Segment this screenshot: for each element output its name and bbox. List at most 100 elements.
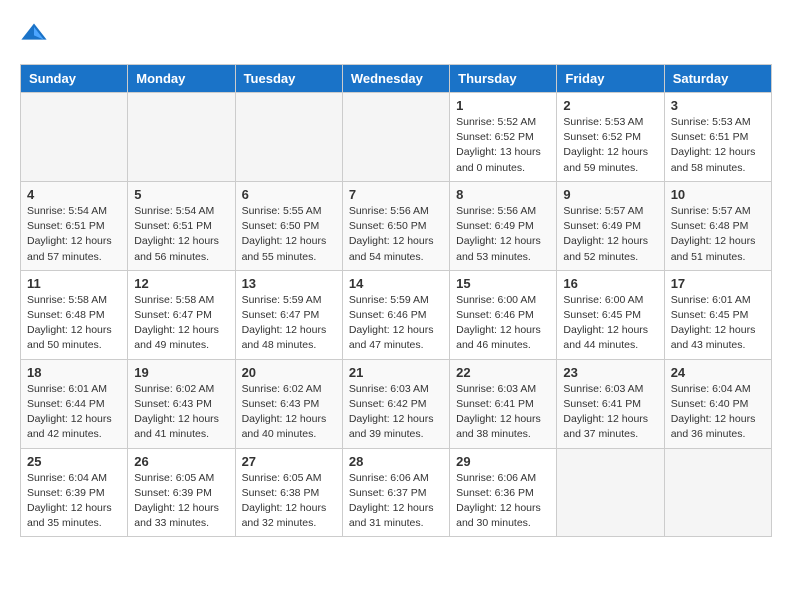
calendar-cell bbox=[664, 448, 771, 537]
day-info: Sunrise: 6:03 AM Sunset: 6:41 PM Dayligh… bbox=[456, 382, 550, 443]
calendar-cell: 6 Sunrise: 5:55 AM Sunset: 6:50 PM Daylig… bbox=[235, 181, 342, 270]
weekday-header-row: SundayMondayTuesdayWednesdayThursdayFrid… bbox=[21, 65, 772, 93]
weekday-header-cell: Tuesday bbox=[235, 65, 342, 93]
weekday-header-cell: Monday bbox=[128, 65, 235, 93]
day-info: Sunrise: 6:03 AM Sunset: 6:41 PM Dayligh… bbox=[563, 382, 657, 443]
calendar-cell: 3 Sunrise: 5:53 AM Sunset: 6:51 PM Daylig… bbox=[664, 93, 771, 182]
calendar-cell bbox=[235, 93, 342, 182]
calendar-cell: 20 Sunrise: 6:02 AM Sunset: 6:43 PM Dayli… bbox=[235, 359, 342, 448]
day-info: Sunrise: 5:52 AM Sunset: 6:52 PM Dayligh… bbox=[456, 115, 550, 176]
day-number: 19 bbox=[134, 365, 228, 380]
calendar-cell bbox=[342, 93, 449, 182]
calendar-week-row: 25 Sunrise: 6:04 AM Sunset: 6:39 PM Dayli… bbox=[21, 448, 772, 537]
day-number: 4 bbox=[27, 187, 121, 202]
calendar-cell: 8Sunrise: 5:56 AM Sunset: 6:49 PM Daylig… bbox=[450, 181, 557, 270]
calendar-body: 1 Sunrise: 5:52 AM Sunset: 6:52 PM Daylig… bbox=[21, 93, 772, 537]
calendar-cell: 4Sunrise: 5:54 AM Sunset: 6:51 PM Daylig… bbox=[21, 181, 128, 270]
calendar-cell: 29 Sunrise: 6:06 AM Sunset: 6:36 PM Dayli… bbox=[450, 448, 557, 537]
calendar-week-row: 18 Sunrise: 6:01 AM Sunset: 6:44 PM Dayli… bbox=[21, 359, 772, 448]
calendar-cell: 9Sunrise: 5:57 AM Sunset: 6:49 PM Daylig… bbox=[557, 181, 664, 270]
calendar-cell: 24Sunrise: 6:04 AM Sunset: 6:40 PM Dayli… bbox=[664, 359, 771, 448]
weekday-header-cell: Sunday bbox=[21, 65, 128, 93]
day-info: Sunrise: 5:55 AM Sunset: 6:50 PM Dayligh… bbox=[242, 204, 336, 265]
calendar-cell: 27Sunrise: 6:05 AM Sunset: 6:38 PM Dayli… bbox=[235, 448, 342, 537]
day-number: 6 bbox=[242, 187, 336, 202]
day-info: Sunrise: 5:56 AM Sunset: 6:49 PM Dayligh… bbox=[456, 204, 550, 265]
day-number: 28 bbox=[349, 454, 443, 469]
calendar-cell: 18 Sunrise: 6:01 AM Sunset: 6:44 PM Dayli… bbox=[21, 359, 128, 448]
weekday-header-cell: Thursday bbox=[450, 65, 557, 93]
calendar-cell: 14 Sunrise: 5:59 AM Sunset: 6:46 PM Dayli… bbox=[342, 270, 449, 359]
day-number: 26 bbox=[134, 454, 228, 469]
calendar-cell: 10 Sunrise: 5:57 AM Sunset: 6:48 PM Dayli… bbox=[664, 181, 771, 270]
day-info: Sunrise: 5:53 AM Sunset: 6:51 PM Dayligh… bbox=[671, 115, 765, 176]
calendar-week-row: 1 Sunrise: 5:52 AM Sunset: 6:52 PM Daylig… bbox=[21, 93, 772, 182]
logo-icon bbox=[20, 20, 48, 48]
day-info: Sunrise: 6:06 AM Sunset: 6:37 PM Dayligh… bbox=[349, 471, 443, 532]
calendar-cell: 28 Sunrise: 6:06 AM Sunset: 6:37 PM Dayli… bbox=[342, 448, 449, 537]
calendar-cell: 22 Sunrise: 6:03 AM Sunset: 6:41 PM Dayli… bbox=[450, 359, 557, 448]
day-number: 14 bbox=[349, 276, 443, 291]
day-number: 22 bbox=[456, 365, 550, 380]
calendar-cell: 16Sunrise: 6:00 AM Sunset: 6:45 PM Dayli… bbox=[557, 270, 664, 359]
calendar-cell bbox=[128, 93, 235, 182]
day-info: Sunrise: 6:06 AM Sunset: 6:36 PM Dayligh… bbox=[456, 471, 550, 532]
day-info: Sunrise: 5:58 AM Sunset: 6:48 PM Dayligh… bbox=[27, 293, 121, 354]
day-number: 18 bbox=[27, 365, 121, 380]
calendar-cell: 23Sunrise: 6:03 AM Sunset: 6:41 PM Dayli… bbox=[557, 359, 664, 448]
calendar-table: SundayMondayTuesdayWednesdayThursdayFrid… bbox=[20, 64, 772, 537]
day-number: 1 bbox=[456, 98, 550, 113]
day-number: 7 bbox=[349, 187, 443, 202]
day-number: 3 bbox=[671, 98, 765, 113]
calendar-cell: 2 Sunrise: 5:53 AM Sunset: 6:52 PM Daylig… bbox=[557, 93, 664, 182]
day-info: Sunrise: 5:57 AM Sunset: 6:49 PM Dayligh… bbox=[563, 204, 657, 265]
calendar-week-row: 4 Sunrise: 5:54 AM Sunset: 6:51 PM Daylig… bbox=[21, 181, 772, 270]
day-number: 2 bbox=[563, 98, 657, 113]
day-number: 13 bbox=[242, 276, 336, 291]
day-number: 11 bbox=[27, 276, 121, 291]
day-info: Sunrise: 5:58 AM Sunset: 6:47 PM Dayligh… bbox=[134, 293, 228, 354]
day-info: Sunrise: 5:57 AM Sunset: 6:48 PM Dayligh… bbox=[671, 204, 765, 265]
page-header bbox=[20, 20, 772, 48]
day-info: Sunrise: 5:53 AM Sunset: 6:52 PM Dayligh… bbox=[563, 115, 657, 176]
day-number: 20 bbox=[242, 365, 336, 380]
calendar-cell: 15Sunrise: 6:00 AM Sunset: 6:46 PM Dayli… bbox=[450, 270, 557, 359]
day-number: 5 bbox=[134, 187, 228, 202]
calendar-cell: 19 Sunrise: 6:02 AM Sunset: 6:43 PM Dayli… bbox=[128, 359, 235, 448]
calendar-cell: 7 Sunrise: 5:56 AM Sunset: 6:50 PM Daylig… bbox=[342, 181, 449, 270]
weekday-header-cell: Wednesday bbox=[342, 65, 449, 93]
day-number: 21 bbox=[349, 365, 443, 380]
day-info: Sunrise: 6:05 AM Sunset: 6:39 PM Dayligh… bbox=[134, 471, 228, 532]
day-number: 25 bbox=[27, 454, 121, 469]
day-number: 12 bbox=[134, 276, 228, 291]
day-info: Sunrise: 6:01 AM Sunset: 6:44 PM Dayligh… bbox=[27, 382, 121, 443]
calendar-cell: 21 Sunrise: 6:03 AM Sunset: 6:42 PM Dayli… bbox=[342, 359, 449, 448]
calendar-cell: 26 Sunrise: 6:05 AM Sunset: 6:39 PM Dayli… bbox=[128, 448, 235, 537]
calendar-cell: 1 Sunrise: 5:52 AM Sunset: 6:52 PM Daylig… bbox=[450, 93, 557, 182]
calendar-cell bbox=[557, 448, 664, 537]
day-number: 24 bbox=[671, 365, 765, 380]
weekday-header-cell: Friday bbox=[557, 65, 664, 93]
calendar-cell: 25 Sunrise: 6:04 AM Sunset: 6:39 PM Dayli… bbox=[21, 448, 128, 537]
day-info: Sunrise: 5:59 AM Sunset: 6:46 PM Dayligh… bbox=[349, 293, 443, 354]
day-info: Sunrise: 6:03 AM Sunset: 6:42 PM Dayligh… bbox=[349, 382, 443, 443]
weekday-header-cell: Saturday bbox=[664, 65, 771, 93]
day-number: 17 bbox=[671, 276, 765, 291]
logo bbox=[20, 20, 50, 48]
day-info: Sunrise: 6:04 AM Sunset: 6:39 PM Dayligh… bbox=[27, 471, 121, 532]
day-number: 16 bbox=[563, 276, 657, 291]
calendar-cell: 17 Sunrise: 6:01 AM Sunset: 6:45 PM Dayli… bbox=[664, 270, 771, 359]
day-info: Sunrise: 6:05 AM Sunset: 6:38 PM Dayligh… bbox=[242, 471, 336, 532]
day-info: Sunrise: 6:02 AM Sunset: 6:43 PM Dayligh… bbox=[134, 382, 228, 443]
calendar-cell: 5 Sunrise: 5:54 AM Sunset: 6:51 PM Daylig… bbox=[128, 181, 235, 270]
day-number: 29 bbox=[456, 454, 550, 469]
day-info: Sunrise: 6:01 AM Sunset: 6:45 PM Dayligh… bbox=[671, 293, 765, 354]
calendar-cell: 12 Sunrise: 5:58 AM Sunset: 6:47 PM Dayli… bbox=[128, 270, 235, 359]
day-number: 10 bbox=[671, 187, 765, 202]
day-info: Sunrise: 5:54 AM Sunset: 6:51 PM Dayligh… bbox=[134, 204, 228, 265]
day-info: Sunrise: 6:02 AM Sunset: 6:43 PM Dayligh… bbox=[242, 382, 336, 443]
calendar-cell bbox=[21, 93, 128, 182]
day-info: Sunrise: 5:56 AM Sunset: 6:50 PM Dayligh… bbox=[349, 204, 443, 265]
calendar-cell: 13Sunrise: 5:59 AM Sunset: 6:47 PM Dayli… bbox=[235, 270, 342, 359]
day-info: Sunrise: 6:00 AM Sunset: 6:46 PM Dayligh… bbox=[456, 293, 550, 354]
